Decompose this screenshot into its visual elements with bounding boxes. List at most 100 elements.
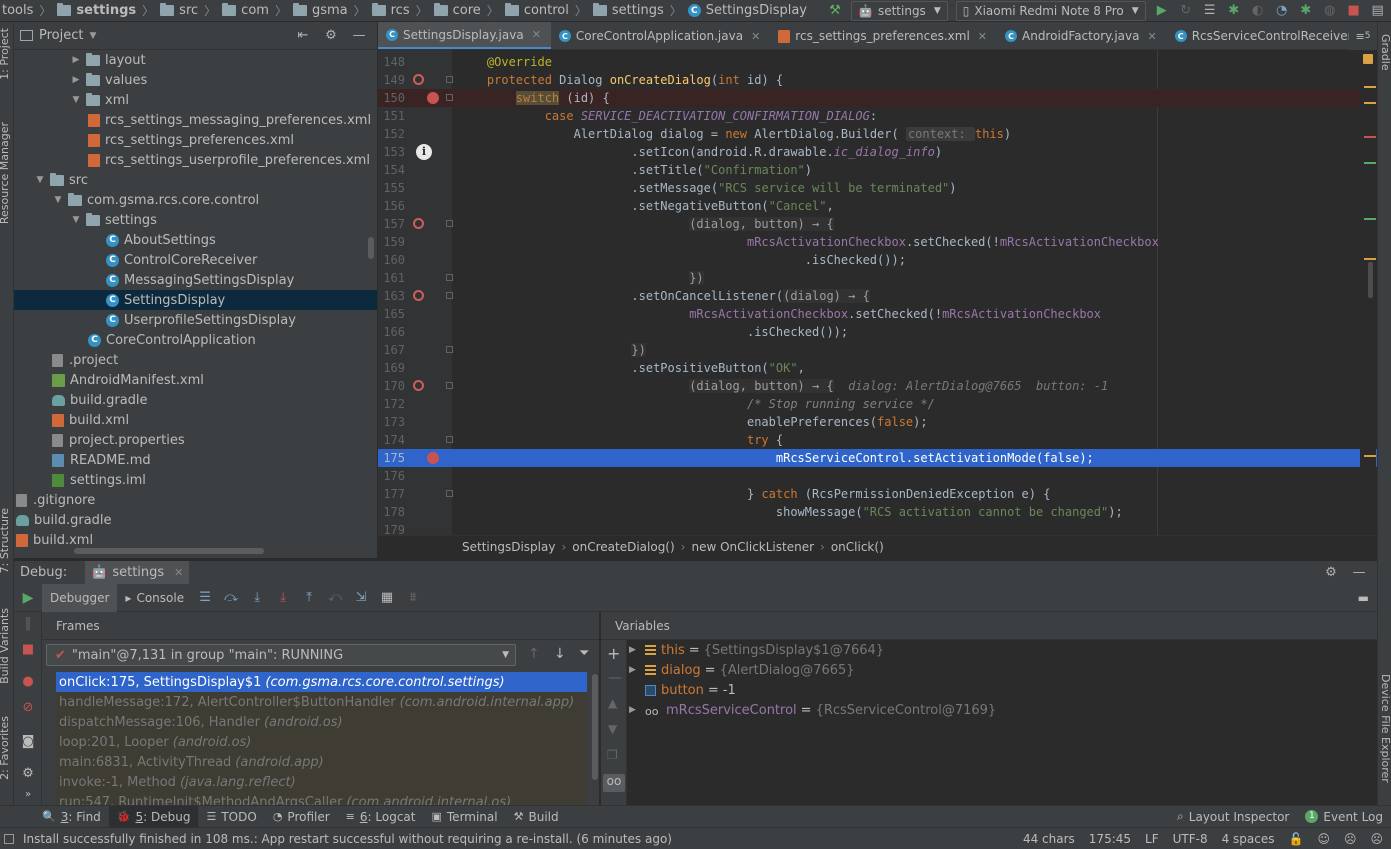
project-view-selector[interactable]: Project (39, 28, 83, 43)
expand-arrow-icon[interactable]: ▶ (629, 645, 645, 655)
editor-tab[interactable]: C AndroidFactory.java ✕ (997, 22, 1167, 49)
breadcrumb-item[interactable]: SettingsDisplay (462, 540, 555, 554)
line-number[interactable]: 167 (378, 341, 405, 359)
line-number[interactable]: 152 (378, 125, 405, 143)
line-number[interactable]: 161 (378, 269, 405, 287)
project-tool-tab[interactable]: 1: Project (0, 28, 11, 80)
stop-red-icon[interactable]: ■ (1342, 1, 1366, 21)
line-number[interactable]: 176 (378, 467, 405, 485)
breakpoint-icon[interactable] (427, 92, 439, 104)
close-icon[interactable]: ✕ (1147, 30, 1156, 43)
arrow-down-icon[interactable]: ↓ (554, 646, 566, 662)
gradle-tool-tab[interactable]: Gradle (1379, 34, 1391, 71)
editor-scrollbar[interactable] (1368, 262, 1373, 298)
view-breakpoints-icon[interactable]: ● (20, 674, 36, 690)
collapse-all-icon[interactable]: ⇤ (291, 26, 315, 46)
line-number[interactable]: 179 (378, 521, 405, 535)
step-into-icon[interactable]: ⤓ (244, 590, 270, 605)
stop-icon[interactable]: ◍ (1318, 1, 1342, 21)
line-number[interactable]: 174 (378, 431, 405, 449)
breadcrumb-item[interactable]: rcs (370, 3, 412, 18)
step-out-icon[interactable]: ⤒ (296, 590, 322, 605)
warning-icon[interactable] (1363, 54, 1373, 64)
breadcrumb-item[interactable]: tools (0, 3, 35, 18)
tree-item[interactable]: C MessagingSettingsDisplay (14, 270, 377, 290)
debug-session-tab[interactable]: 🤖 settings ✕ (85, 560, 190, 585)
variable-row[interactable]: ▶ dialog = {AlertDialog@7665} (629, 660, 855, 680)
tree-item[interactable]: build.xml (14, 530, 377, 550)
code-line[interactable]: 174 try { (378, 431, 1377, 449)
gear-icon[interactable]: ⚙ (319, 26, 343, 46)
breadcrumb-item[interactable]: core (432, 3, 483, 18)
apply-changes-icon[interactable]: ☰ (1198, 1, 1222, 21)
line-number[interactable]: 149 (378, 71, 405, 89)
notifications-icon[interactable]: ☹ (1370, 832, 1383, 846)
editor-tab[interactable]: C SettingsDisplay.java ✕ (378, 22, 551, 49)
attach-debugger-icon[interactable]: ✱ (1294, 1, 1318, 21)
code-line[interactable]: 163 .setOnCancelListener((dialog) → { (378, 287, 1377, 305)
line-number[interactable]: 156 (378, 197, 405, 215)
fold-marker-icon[interactable] (446, 436, 453, 443)
close-icon[interactable]: ✕ (174, 566, 183, 579)
minus-icon[interactable]: — (608, 670, 622, 686)
profiler-icon[interactable]: ◔ (1270, 1, 1294, 21)
breadcrumb-item[interactable]: gsma (291, 3, 350, 18)
close-icon[interactable]: ✕ (751, 30, 760, 43)
frames-scrollbar[interactable] (592, 674, 598, 780)
watches-icon[interactable]: oo (603, 774, 625, 792)
tool-window-button[interactable]: ⚒ Build (506, 806, 567, 828)
stack-frame[interactable]: loop:201, Looper (android.os) (56, 732, 587, 752)
profile-icon[interactable]: ◐ (1246, 1, 1270, 21)
status-message[interactable]: Install successfully finished in 108 ms.… (23, 832, 672, 846)
tree-item[interactable]: C SettingsDisplay (14, 290, 377, 310)
caret-position[interactable]: 175:45 (1089, 832, 1131, 846)
code-line[interactable]: 179 (378, 521, 1377, 535)
expand-arrow-icon[interactable]: ▼ (52, 195, 64, 205)
stack-frame[interactable]: dispatchMessage:106, Handler (android.os) (56, 712, 587, 732)
tree-item[interactable]: rcs_settings_preferences.xml (14, 130, 377, 150)
expand-arrow-icon[interactable]: ▶ (70, 75, 82, 85)
vertical-scrollbar[interactable] (368, 237, 374, 259)
code-editor[interactable]: 148 @Override 149 protected Dialog onCrea… (378, 50, 1377, 535)
override-marker-icon[interactable] (413, 380, 424, 391)
line-number[interactable]: 163 (378, 287, 405, 305)
line-number[interactable]: 166 (378, 323, 405, 341)
editor-tab[interactable]: rcs_settings_preferences.xml ✕ (770, 22, 997, 49)
force-step-into-icon[interactable]: ⤓ (270, 590, 296, 605)
fold-marker-icon[interactable] (446, 346, 453, 353)
fold-marker-icon[interactable] (446, 76, 453, 83)
layout-inspector-button[interactable]: ⌕ Layout Inspector (1169, 806, 1297, 828)
thread-select[interactable]: ✔ "main"@7,131 in group "main": RUNNING … (46, 644, 516, 666)
move-down-icon[interactable]: ▼ (608, 722, 617, 736)
status-toggle-icon[interactable] (4, 833, 14, 844)
restore-layout-icon[interactable]: ▬ (1358, 591, 1377, 605)
breadcrumb-item[interactable]: onClick() (831, 540, 884, 554)
line-number[interactable]: 151 (378, 107, 405, 125)
debug-icon[interactable]: ✱ (1222, 1, 1246, 21)
event-log-button[interactable]: 1 Event Log (1297, 806, 1391, 828)
line-number[interactable]: 155 (378, 179, 405, 197)
chevron-down-icon[interactable]: ▼ (89, 31, 96, 41)
code-line[interactable]: 155 .setMessage("RCS service will be ter… (378, 179, 1377, 197)
code-line[interactable]: 148 @Override (378, 53, 1377, 71)
tree-item[interactable]: project.properties (14, 430, 377, 450)
memory-icon[interactable]: ☹ (1344, 832, 1357, 846)
code-line[interactable]: 167 }) (378, 341, 1377, 359)
indent-setting[interactable]: 4 spaces (1222, 832, 1275, 846)
code-line[interactable]: 153 i .setIcon(android.R.drawable.ic_dial… (378, 143, 1377, 161)
horizontal-scrollbar[interactable] (74, 548, 264, 554)
breadcrumb-item[interactable]: src (158, 3, 200, 18)
line-number[interactable]: 154 (378, 161, 405, 179)
evaluate-expression-icon[interactable]: ▦ (374, 590, 400, 605)
editor-tab[interactable]: CRcsServiceControlReceiver.java✕ (1167, 22, 1377, 49)
tree-item[interactable]: C ControlCoreReceiver (14, 250, 377, 270)
tree-item[interactable]: C CoreControlApplication (14, 330, 377, 350)
editor-tab[interactable]: C CoreControlApplication.java ✕ (551, 22, 770, 49)
expand-arrow-icon[interactable]: ▼ (34, 175, 46, 185)
line-number[interactable]: 177 (378, 485, 405, 503)
pause-icon[interactable]: ‖ (20, 616, 36, 632)
breadcrumb-item[interactable]: new OnClickListener (691, 540, 814, 554)
code-line[interactable]: 169 .setPositiveButton("OK", (378, 359, 1377, 377)
override-marker-icon[interactable] (413, 74, 424, 85)
tree-item[interactable]: ▶ layout (14, 50, 377, 70)
